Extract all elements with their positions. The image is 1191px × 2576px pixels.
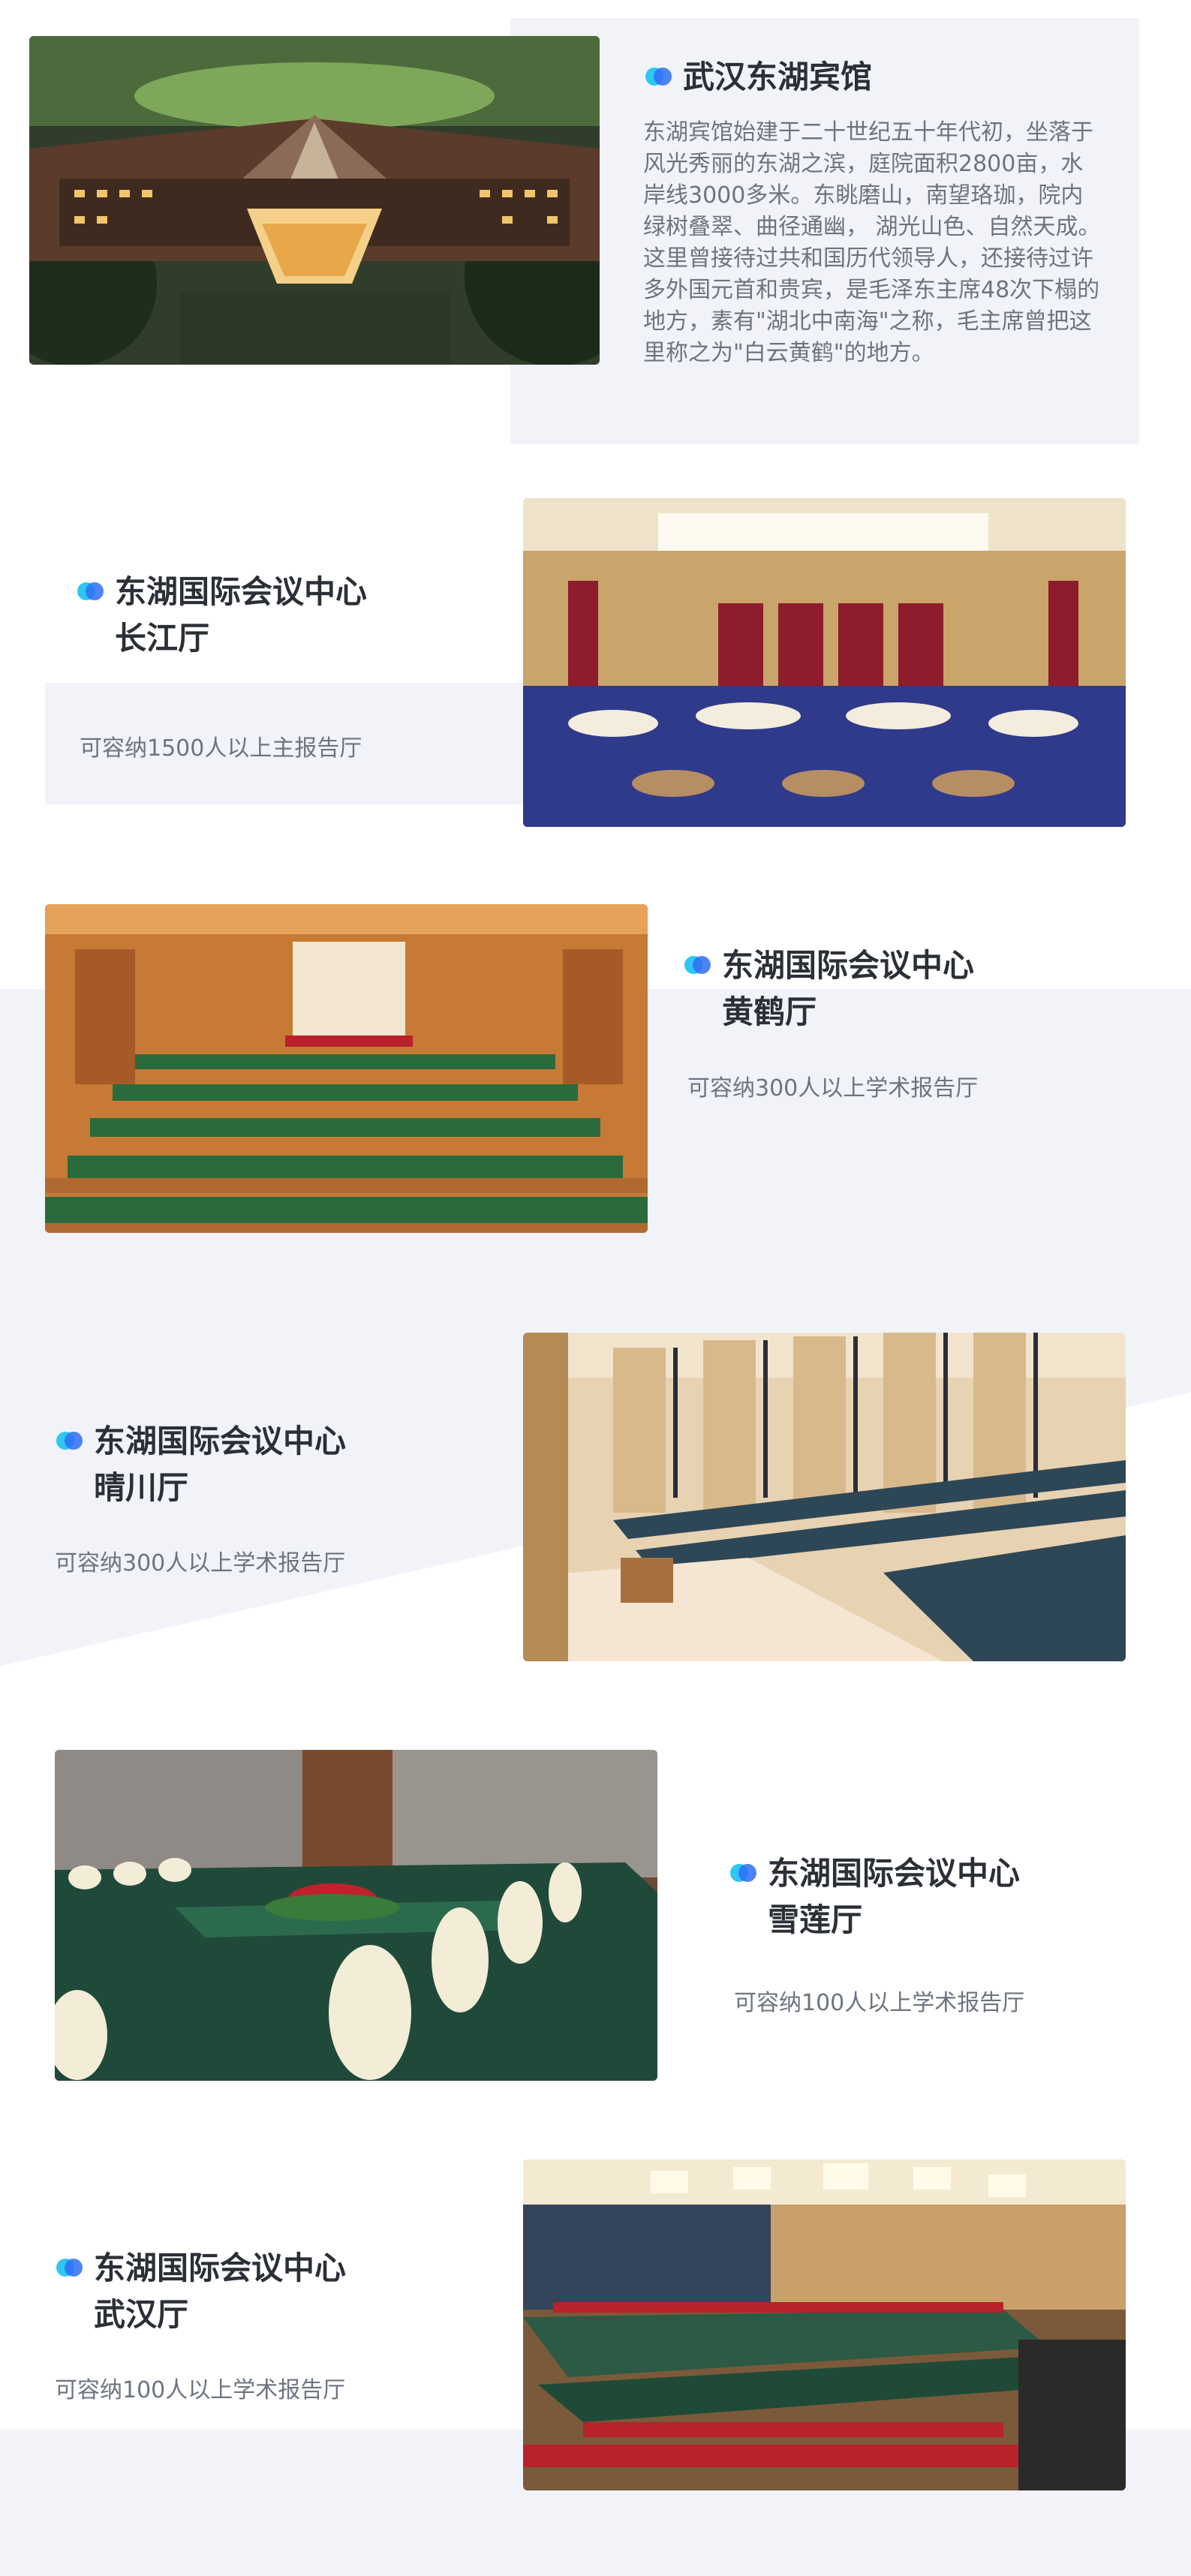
hall-title-line1: 东湖国际会议中心 [722,947,975,984]
wuhan-hall-photo [523,2160,1126,2490]
hall-title-line2: 武汉厅 [94,2296,189,2333]
hall-title-xuelian: 东湖国际会议中心 雪莲厅 [730,1850,1020,1943]
hall-capacity-xuelian: 可容纳100人以上学术报告厅 [734,1990,1025,2016]
bullet-dot-icon [730,1863,756,1882]
changjiang-hall-photo [523,498,1126,827]
hall-title-qingchuan: 东湖国际会议中心 晴川厅 [56,1418,346,1511]
hall-capacity-qingchuan: 可容纳300人以上学术报告厅 [55,1550,346,1577]
hall-capacity-changjiang: 可容纳1500人以上主报告厅 [80,735,362,762]
hotel-description: 东湖宾馆始建于二十世纪五十年代初，坐落于风光秀丽的东湖之滨，庭院面积2800亩，… [643,119,1101,366]
hall-title-wuhan: 东湖国际会议中心 武汉厅 [56,2245,346,2338]
bullet-dot-icon [56,2258,83,2277]
hall-title-line2: 长江厅 [115,620,210,657]
huanghe-hall-photo [45,904,648,1233]
hall-capacity-wuhan: 可容纳100人以上学术报告厅 [55,2377,346,2403]
hall-title-line2: 晴川厅 [94,1469,189,1506]
bullet-dot-icon [56,1431,83,1450]
hotel-aerial-photo [29,36,600,365]
hall-title-line1: 东湖国际会议中心 [115,573,368,610]
hall-title-line1: 东湖国际会议中心 [94,2250,347,2286]
hotel-title: 武汉东湖宾馆 [645,54,872,101]
xuelian-hall-photo [55,1750,657,2081]
hall-title-huanghe: 东湖国际会议中心 黄鹤厅 [684,942,974,1036]
hall-capacity-huanghe: 可容纳300人以上学术报告厅 [687,1075,979,1102]
hotel-title-text: 武汉东湖宾馆 [683,59,873,95]
hall-title-changjiang: 东湖国际会议中心 长江厅 [77,569,367,662]
bullet-dot-icon [77,582,104,600]
hall-title-line1: 东湖国际会议中心 [94,1423,347,1459]
hall-title-line1: 东湖国际会议中心 [768,1855,1021,1892]
qingchuan-hall-photo [523,1333,1126,1661]
bullet-dot-icon [684,955,711,974]
bullet-dot-icon [645,67,672,86]
hall-title-line2: 雪莲厅 [768,1901,863,1938]
hall-title-line2: 黄鹤厅 [722,993,817,1030]
